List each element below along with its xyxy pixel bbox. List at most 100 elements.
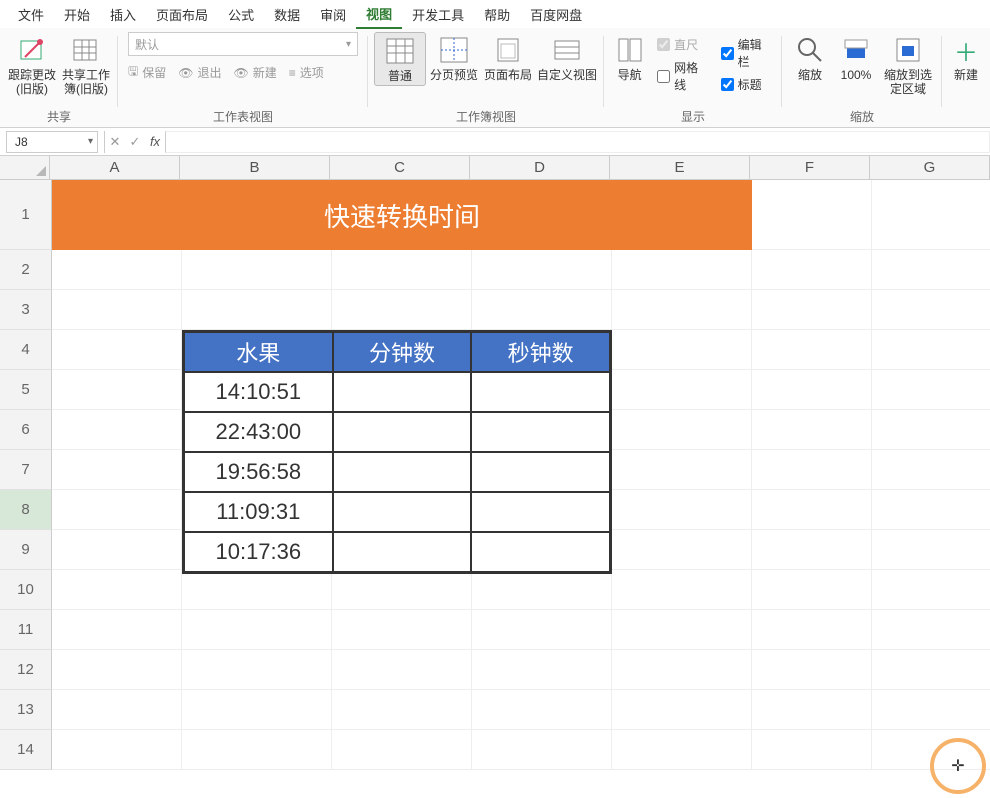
cell-E11[interactable] (612, 610, 752, 650)
cell-D7[interactable] (472, 450, 612, 490)
row-header-3[interactable]: 3 (0, 290, 52, 330)
cell-A8[interactable] (52, 490, 182, 530)
cell-E6[interactable] (612, 410, 752, 450)
cell-D2[interactable] (472, 250, 612, 290)
cell-G4[interactable] (872, 330, 990, 370)
normal-view-button[interactable]: 普通 (374, 32, 426, 86)
page-layout-button[interactable]: 页面布局 (482, 32, 534, 84)
cell-C1[interactable] (332, 180, 472, 250)
formula-input[interactable] (165, 131, 990, 153)
cell-A7[interactable] (52, 450, 182, 490)
keep-button[interactable]: 🖫保留 (128, 62, 166, 83)
cell-C8[interactable] (332, 490, 472, 530)
cell-F5[interactable] (752, 370, 872, 410)
cell-B10[interactable] (182, 570, 332, 610)
cell-E7[interactable] (612, 450, 752, 490)
cell-D3[interactable] (472, 290, 612, 330)
cell-F13[interactable] (752, 690, 872, 730)
menu-插入[interactable]: 插入 (100, 1, 146, 28)
cell-A4[interactable] (52, 330, 182, 370)
cell-A6[interactable] (52, 410, 182, 450)
cell-G3[interactable] (872, 290, 990, 330)
exit-button[interactable]: 👁退出 (178, 62, 221, 83)
cell-E2[interactable] (612, 250, 752, 290)
cell-D4[interactable] (472, 330, 612, 370)
cell-B11[interactable] (182, 610, 332, 650)
cell-E8[interactable] (612, 490, 752, 530)
cell-B14[interactable] (182, 730, 332, 770)
cell-C12[interactable] (332, 650, 472, 690)
new-window-button[interactable]: ＋ 新建 (948, 32, 984, 84)
cell-F7[interactable] (752, 450, 872, 490)
row-header-12[interactable]: 12 (0, 650, 52, 690)
cell-G8[interactable] (872, 490, 990, 530)
cell-B8[interactable] (182, 490, 332, 530)
zoom-button[interactable]: 缩放 (788, 32, 832, 84)
cell-D9[interactable] (472, 530, 612, 570)
menu-百度网盘[interactable]: 百度网盘 (520, 1, 592, 28)
cell-G5[interactable] (872, 370, 990, 410)
cell-A12[interactable] (52, 650, 182, 690)
cell-D6[interactable] (472, 410, 612, 450)
col-header-G[interactable]: G (870, 156, 990, 179)
cell-F6[interactable] (752, 410, 872, 450)
page-break-button[interactable]: 分页预览 (428, 32, 480, 84)
cell-F9[interactable] (752, 530, 872, 570)
col-header-C[interactable]: C (330, 156, 470, 179)
cell-D10[interactable] (472, 570, 612, 610)
track-changes-button[interactable]: 跟踪更改(旧版) (6, 32, 58, 98)
menu-帮助[interactable]: 帮助 (474, 1, 520, 28)
cell-C9[interactable] (332, 530, 472, 570)
zoom-100-button[interactable]: 100% (834, 32, 878, 84)
cell-E9[interactable] (612, 530, 752, 570)
menu-页面布局[interactable]: 页面布局 (146, 1, 218, 28)
cell-G13[interactable] (872, 690, 990, 730)
cell-F3[interactable] (752, 290, 872, 330)
cell-E5[interactable] (612, 370, 752, 410)
cell-A10[interactable] (52, 570, 182, 610)
menu-数据[interactable]: 数据 (264, 1, 310, 28)
gridlines-checkbox[interactable]: 网格线 (657, 59, 706, 93)
menu-视图[interactable]: 视图 (356, 0, 402, 29)
sheetview-combo[interactable]: 默认 ▾ (128, 32, 358, 56)
col-header-A[interactable]: A (50, 156, 180, 179)
cell-B3[interactable] (182, 290, 332, 330)
cell-G7[interactable] (872, 450, 990, 490)
cell-B2[interactable] (182, 250, 332, 290)
grid-area[interactable]: 1234567891011121314 快速转换时间 水果分钟数秒钟数14:10… (0, 180, 990, 798)
navigation-button[interactable]: 导航 (610, 32, 649, 84)
cell-F1[interactable] (752, 180, 872, 250)
headings-checkbox[interactable]: 标题 (721, 76, 770, 93)
cell-B13[interactable] (182, 690, 332, 730)
menu-文件[interactable]: 文件 (8, 1, 54, 28)
cell-G9[interactable] (872, 530, 990, 570)
cell-D14[interactable] (472, 730, 612, 770)
cell-C10[interactable] (332, 570, 472, 610)
cell-F14[interactable] (752, 730, 872, 770)
cell-B1[interactable] (182, 180, 332, 250)
cell-F4[interactable] (752, 330, 872, 370)
cell-B6[interactable] (182, 410, 332, 450)
cell-A9[interactable] (52, 530, 182, 570)
cell-G6[interactable] (872, 410, 990, 450)
cell-A3[interactable] (52, 290, 182, 330)
new-view-button[interactable]: 👁新建 (234, 62, 277, 83)
row-header-2[interactable]: 2 (0, 250, 52, 290)
cell-E14[interactable] (612, 730, 752, 770)
cell-C4[interactable] (332, 330, 472, 370)
menu-开发工具[interactable]: 开发工具 (402, 1, 474, 28)
cell-B12[interactable] (182, 650, 332, 690)
fx-button[interactable]: fx (145, 134, 165, 149)
cell-A1[interactable] (52, 180, 182, 250)
menu-开始[interactable]: 开始 (54, 1, 100, 28)
cell-G11[interactable] (872, 610, 990, 650)
cell-D12[interactable] (472, 650, 612, 690)
row-header-6[interactable]: 6 (0, 410, 52, 450)
cell-C13[interactable] (332, 690, 472, 730)
cell-E3[interactable] (612, 290, 752, 330)
cancel-formula-button[interactable]: ✕ (105, 134, 125, 150)
cell-A5[interactable] (52, 370, 182, 410)
menu-审阅[interactable]: 审阅 (310, 1, 356, 28)
cell-D1[interactable] (472, 180, 612, 250)
cell-B4[interactable] (182, 330, 332, 370)
